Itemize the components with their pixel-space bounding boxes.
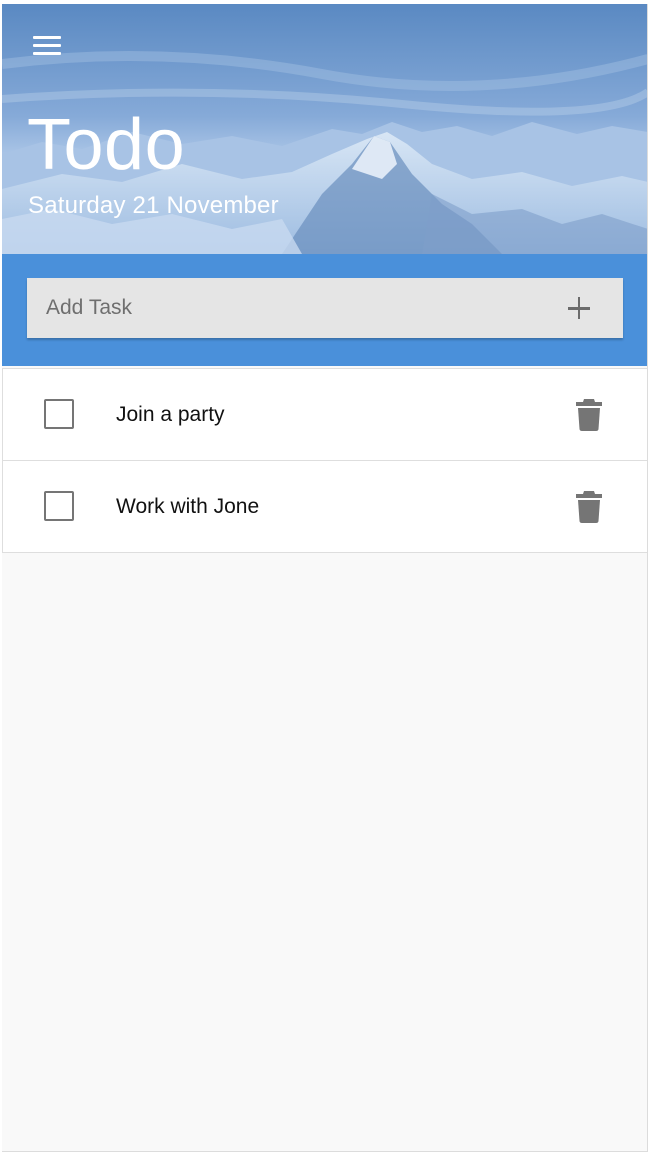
hamburger-menu-icon-bar <box>33 52 61 55</box>
add-task-field <box>27 278 623 338</box>
todo-app: Todo Saturday 21 November Join a party W… <box>2 4 648 1152</box>
header-hero: Todo Saturday 21 November <box>2 4 647 254</box>
task-row: Join a party <box>2 369 647 461</box>
current-date: Saturday 21 November <box>28 192 279 219</box>
task-label: Join a party <box>116 403 225 426</box>
trash-icon[interactable] <box>573 488 605 524</box>
task-row: Work with Jone <box>2 461 647 553</box>
page-title: Todo <box>27 105 186 185</box>
task-checkbox[interactable] <box>44 491 74 521</box>
task-label: Work with Jone <box>116 495 260 518</box>
task-checkbox[interactable] <box>44 399 74 429</box>
hamburger-menu-icon <box>33 36 61 39</box>
menu-button[interactable] <box>26 28 68 64</box>
add-task-button[interactable] <box>557 286 601 330</box>
hamburger-menu-icon-bar <box>33 44 61 47</box>
trash-icon[interactable] <box>573 396 605 432</box>
add-task-bar <box>2 254 647 366</box>
add-task-input[interactable] <box>27 278 547 338</box>
task-list: Join a party Work with Jone <box>2 368 647 553</box>
